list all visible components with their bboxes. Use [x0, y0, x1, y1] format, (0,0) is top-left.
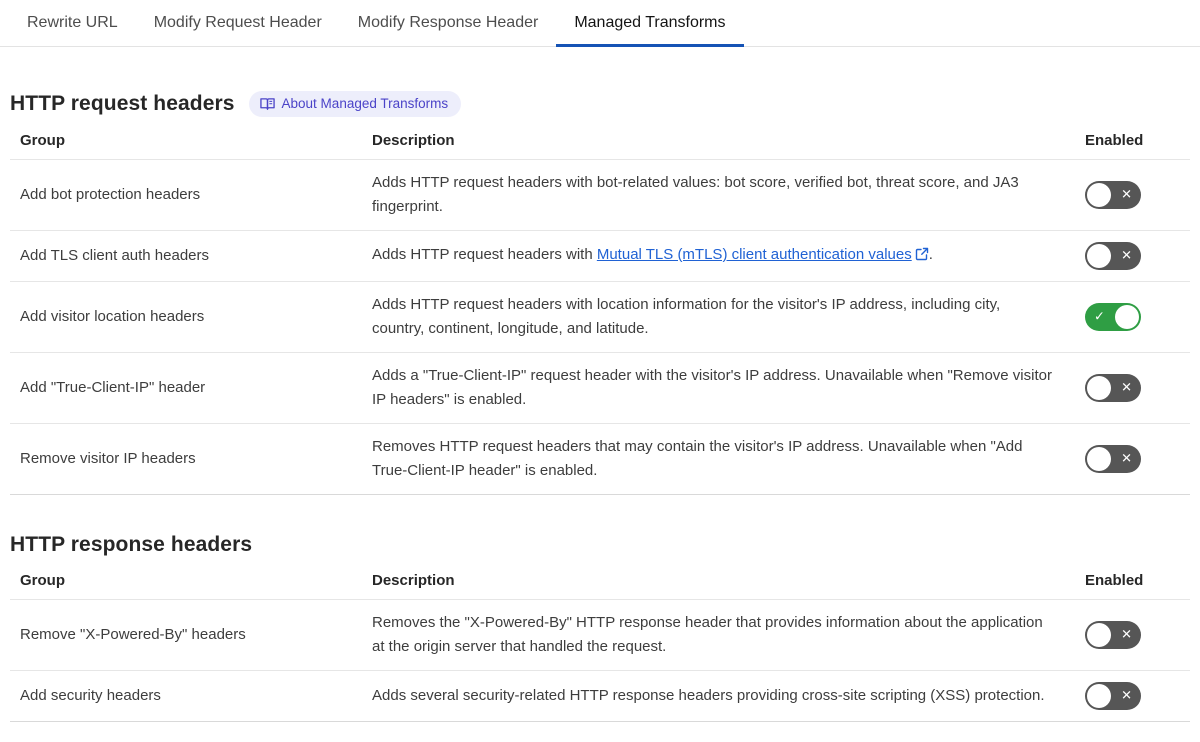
toggle-tls-client-auth[interactable]: ✓ ✕: [1085, 242, 1141, 270]
toggle-knob: [1087, 244, 1111, 268]
row-description: Removes HTTP request headers that may co…: [372, 438, 1023, 479]
cross-icon: ✕: [1121, 688, 1132, 704]
toggle-knob: [1087, 376, 1111, 400]
column-header-group: Group: [20, 132, 65, 149]
table-row-visitor-location: Add visitor location headers Adds HTTP r…: [10, 281, 1190, 352]
row-description: Adds HTTP request headers with bot-relat…: [372, 174, 1019, 215]
toggle-knob: [1087, 183, 1111, 207]
response-headers-table: Group Description Enabled Remove "X-Powe…: [10, 557, 1190, 722]
about-managed-transforms-badge[interactable]: About Managed Transforms: [248, 91, 462, 117]
book-open-icon: [259, 97, 275, 111]
toggle-bot-protection[interactable]: ✓ ✕: [1085, 181, 1141, 209]
row-group: Add "True-Client-IP" header: [20, 379, 206, 396]
mtls-values-link[interactable]: Mutual TLS (mTLS) client authentication …: [597, 246, 912, 263]
column-header-group: Group: [20, 572, 65, 589]
column-header-enabled: Enabled: [1085, 132, 1144, 149]
cross-icon: ✕: [1121, 627, 1132, 643]
request-headers-table: Group Description Enabled Add bot protec…: [10, 117, 1190, 495]
row-group: Remove "X-Powered-By" headers: [20, 626, 246, 643]
row-group: Remove visitor IP headers: [20, 450, 196, 467]
table-header-row: Group Description Enabled: [10, 117, 1190, 159]
description-text: .: [928, 246, 933, 263]
table-row-x-powered-by: Remove "X-Powered-By" headers Removes th…: [10, 599, 1190, 670]
cross-icon: ✕: [1121, 248, 1132, 264]
row-description: Adds a "True-Client-IP" request header w…: [372, 367, 1052, 408]
column-header-description: Description: [372, 132, 455, 149]
row-description: Adds HTTP request headers with location …: [372, 296, 1001, 337]
toggle-knob: [1087, 623, 1111, 647]
column-header-enabled: Enabled: [1085, 572, 1144, 589]
cross-icon: ✕: [1121, 380, 1132, 396]
row-description: Adds HTTP request headers with Mutual TL…: [362, 243, 1085, 269]
tab-modify-request-header[interactable]: Modify Request Header: [136, 14, 340, 46]
check-icon: ✓: [1094, 309, 1105, 325]
toggle-knob: [1087, 447, 1111, 471]
row-group: Add bot protection headers: [20, 186, 201, 203]
cross-icon: ✕: [1121, 451, 1132, 467]
managed-transforms-panel: HTTP request headers About Managed Trans…: [0, 91, 1200, 722]
toggle-true-client-ip[interactable]: ✓ ✕: [1085, 374, 1141, 402]
external-link-icon[interactable]: [915, 245, 929, 269]
table-row-security-headers: Add security headers Adds several securi…: [10, 670, 1190, 721]
request-headers-section: HTTP request headers About Managed Trans…: [10, 91, 1190, 495]
row-group: Add visitor location headers: [20, 308, 205, 325]
request-headers-title: HTTP request headers: [10, 92, 235, 115]
column-header-description: Description: [372, 572, 455, 589]
row-description: Removes the "X-Powered-By" HTTP response…: [372, 614, 1043, 655]
cross-icon: ✕: [1121, 187, 1132, 203]
toggle-remove-visitor-ip[interactable]: ✓ ✕: [1085, 445, 1141, 473]
transform-rules-tabbar: Rewrite URL Modify Request Header Modify…: [0, 0, 1200, 47]
tab-managed-transforms[interactable]: Managed Transforms: [556, 14, 744, 47]
description-text: Adds HTTP request headers with: [372, 246, 597, 263]
table-row-remove-visitor-ip: Remove visitor IP headers Removes HTTP r…: [10, 423, 1190, 494]
toggle-knob: [1115, 305, 1139, 329]
badge-label: About Managed Transforms: [281, 96, 449, 111]
toggle-x-powered-by[interactable]: ✓ ✕: [1085, 621, 1141, 649]
row-description: Adds several security-related HTTP respo…: [372, 687, 1045, 704]
tab-rewrite-url[interactable]: Rewrite URL: [9, 14, 136, 46]
toggle-security-headers[interactable]: ✓ ✕: [1085, 682, 1141, 710]
toggle-visitor-location[interactable]: ✓ ✕: [1085, 303, 1141, 331]
response-headers-title: HTTP response headers: [10, 533, 253, 556]
table-row-tls-client-auth: Add TLS client auth headers Adds HTTP re…: [10, 230, 1190, 281]
row-group: Add security headers: [20, 687, 161, 704]
table-row-bot-protection: Add bot protection headers Adds HTTP req…: [10, 159, 1190, 230]
row-group: Add TLS client auth headers: [20, 247, 210, 264]
response-headers-section: HTTP response headers Group Description …: [10, 533, 1190, 722]
tab-modify-response-header[interactable]: Modify Response Header: [340, 14, 557, 46]
table-header-row: Group Description Enabled: [10, 557, 1190, 599]
toggle-knob: [1087, 684, 1111, 708]
table-row-true-client-ip: Add "True-Client-IP" header Adds a "True…: [10, 352, 1190, 423]
